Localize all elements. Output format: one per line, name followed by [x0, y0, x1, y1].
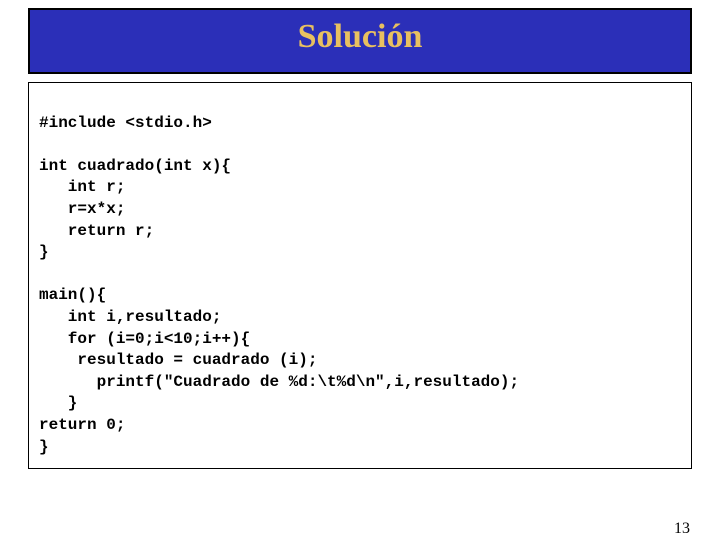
slide-title: Solución: [30, 20, 690, 54]
code-line: resultado = cuadrado (i);: [39, 351, 317, 369]
slide-header: Solución: [28, 8, 692, 74]
code-line: int i,resultado;: [39, 308, 221, 326]
code-line: }: [39, 243, 49, 261]
code-block: #include <stdio.h> int cuadrado(int x){ …: [28, 82, 692, 469]
code-line: printf("Cuadrado de %d:\t%d\n",i,resulta…: [39, 373, 519, 391]
code-line: int r;: [39, 178, 125, 196]
code-line: for (i=0;i<10;i++){: [39, 330, 250, 348]
code-line: return r;: [39, 222, 154, 240]
code-line: r=x*x;: [39, 200, 125, 218]
code-line: main(){: [39, 286, 106, 304]
code-line: }: [39, 394, 77, 412]
page-number: 13: [674, 520, 690, 538]
code-line: #include <stdio.h>: [39, 114, 212, 132]
code-line: }: [39, 438, 49, 456]
code-line: return 0;: [39, 416, 125, 434]
code-line: int cuadrado(int x){: [39, 157, 231, 175]
